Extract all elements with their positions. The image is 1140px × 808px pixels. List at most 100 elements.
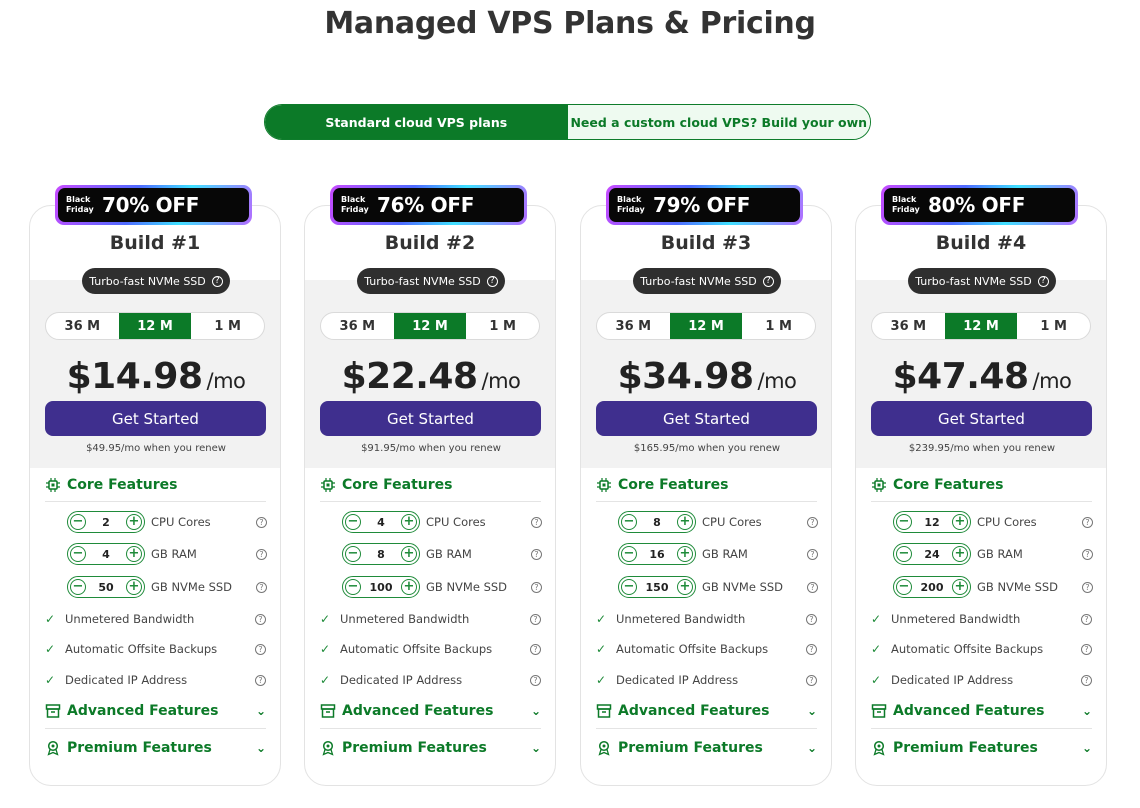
archive-icon bbox=[45, 704, 61, 718]
help-icon[interactable]: ? bbox=[256, 516, 267, 528]
help-icon[interactable]: ? bbox=[530, 613, 541, 625]
black-friday-badge: Black Friday 76% OFF bbox=[330, 185, 527, 225]
help-icon[interactable]: ? bbox=[807, 516, 818, 528]
ram-increment-button[interactable]: + bbox=[126, 546, 142, 562]
ssd-decrement-button[interactable]: − bbox=[621, 579, 637, 595]
core-features-header[interactable]: Core Features bbox=[45, 474, 266, 496]
term-36m[interactable]: 36 M bbox=[597, 313, 670, 339]
badge-line1: Black bbox=[341, 195, 366, 204]
premium-features-header[interactable]: Premium Features ⌄ bbox=[871, 737, 1092, 759]
custom-build-toggle[interactable]: Need a custom cloud VPS? Build your own bbox=[567, 105, 870, 139]
term-1m[interactable]: 1 M bbox=[742, 313, 815, 339]
help-icon[interactable]: ? bbox=[530, 674, 541, 686]
get-started-button[interactable]: Get Started bbox=[871, 401, 1092, 436]
storage-pill[interactable]: Turbo-fast NVMe SSD ? bbox=[82, 268, 230, 294]
cpu-increment-button[interactable]: + bbox=[677, 514, 693, 530]
help-icon[interactable]: ? bbox=[1082, 581, 1093, 593]
ssd-decrement-button[interactable]: − bbox=[70, 579, 86, 595]
help-icon[interactable]: ? bbox=[255, 643, 266, 655]
ram-stepper-row: − 8 + GB RAM ? bbox=[342, 542, 542, 566]
help-icon[interactable]: ? bbox=[1081, 643, 1092, 655]
ram-increment-button[interactable]: + bbox=[952, 546, 968, 562]
cpu-increment-button[interactable]: + bbox=[126, 514, 142, 530]
help-icon[interactable]: ? bbox=[1082, 548, 1093, 560]
ram-decrement-button[interactable]: − bbox=[621, 546, 637, 562]
cpu-decrement-button[interactable]: − bbox=[621, 514, 637, 530]
advanced-features-header[interactable]: Advanced Features ⌄ bbox=[45, 700, 266, 722]
help-icon[interactable]: ? bbox=[806, 613, 817, 625]
award-icon bbox=[598, 740, 610, 756]
term-12m[interactable]: 12 M bbox=[118, 313, 192, 339]
ssd-decrement-button[interactable]: − bbox=[345, 579, 361, 595]
archive-icon bbox=[596, 704, 612, 718]
backups-label: Automatic Offsite Backups bbox=[616, 642, 769, 656]
term-36m[interactable]: 36 M bbox=[46, 313, 119, 339]
ram-decrement-button[interactable]: − bbox=[896, 546, 912, 562]
core-features-header[interactable]: Core Features bbox=[320, 474, 541, 496]
cpu-decrement-button[interactable]: − bbox=[896, 514, 912, 530]
cpu-increment-button[interactable]: + bbox=[401, 514, 417, 530]
cpu-increment-button[interactable]: + bbox=[952, 514, 968, 530]
ssd-increment-button[interactable]: + bbox=[677, 579, 693, 595]
ssd-increment-button[interactable]: + bbox=[952, 579, 968, 595]
help-icon[interactable]: ? bbox=[255, 613, 266, 625]
ram-decrement-button[interactable]: − bbox=[70, 546, 86, 562]
core-features-header[interactable]: Core Features bbox=[596, 474, 817, 496]
help-icon[interactable]: ? bbox=[531, 548, 542, 560]
standard-plans-toggle[interactable]: Standard cloud VPS plans bbox=[265, 105, 568, 139]
ssd-increment-button[interactable]: + bbox=[401, 579, 417, 595]
help-icon[interactable]: ? bbox=[806, 643, 817, 655]
cpu-label: CPU Cores bbox=[426, 515, 486, 529]
ram-increment-button[interactable]: + bbox=[677, 546, 693, 562]
get-started-button[interactable]: Get Started bbox=[596, 401, 817, 436]
check-icon: ✓ bbox=[871, 673, 882, 687]
help-icon[interactable]: ? bbox=[1082, 516, 1093, 528]
badge-line2: Friday bbox=[617, 205, 645, 214]
storage-pill[interactable]: Turbo-fast NVMe SSD ? bbox=[908, 268, 1056, 294]
term-1m[interactable]: 1 M bbox=[466, 313, 539, 339]
help-icon[interactable]: ? bbox=[1081, 674, 1092, 686]
help-icon[interactable]: ? bbox=[807, 548, 818, 560]
bandwidth-label: Unmetered Bandwidth bbox=[65, 612, 195, 626]
term-12m[interactable]: 12 M bbox=[669, 313, 743, 339]
help-icon[interactable]: ? bbox=[255, 674, 266, 686]
advanced-features-header[interactable]: Advanced Features ⌄ bbox=[320, 700, 541, 722]
ram-increment-button[interactable]: + bbox=[401, 546, 417, 562]
ip-label: Dedicated IP Address bbox=[65, 673, 188, 687]
storage-pill[interactable]: Turbo-fast NVMe SSD ? bbox=[633, 268, 781, 294]
help-icon[interactable]: ? bbox=[807, 581, 818, 593]
storage-pill-label: Turbo-fast NVMe SSD bbox=[89, 274, 206, 288]
term-1m[interactable]: 1 M bbox=[191, 313, 264, 339]
term-36m[interactable]: 36 M bbox=[872, 313, 945, 339]
help-icon[interactable]: ? bbox=[806, 674, 817, 686]
help-icon[interactable]: ? bbox=[530, 643, 541, 655]
advanced-features-header[interactable]: Advanced Features ⌄ bbox=[871, 700, 1092, 722]
black-friday-badge: Black Friday 70% OFF bbox=[55, 185, 252, 225]
ssd-decrement-button[interactable]: − bbox=[896, 579, 912, 595]
get-started-button[interactable]: Get Started bbox=[45, 401, 266, 436]
term-12m[interactable]: 12 M bbox=[393, 313, 467, 339]
advanced-features-header[interactable]: Advanced Features ⌄ bbox=[596, 700, 817, 722]
premium-features-header[interactable]: Premium Features ⌄ bbox=[45, 737, 266, 759]
help-icon[interactable]: ? bbox=[531, 581, 542, 593]
premium-features-header[interactable]: Premium Features ⌄ bbox=[596, 737, 817, 759]
ram-decrement-button[interactable]: − bbox=[345, 546, 361, 562]
plan-type-toggle: Standard cloud VPS plans Need a custom c… bbox=[264, 104, 871, 140]
help-icon[interactable]: ? bbox=[256, 548, 267, 560]
core-features-header[interactable]: Core Features bbox=[871, 474, 1092, 496]
cpu-decrement-button[interactable]: − bbox=[345, 514, 361, 530]
help-icon[interactable]: ? bbox=[1081, 613, 1092, 625]
term-36m[interactable]: 36 M bbox=[321, 313, 394, 339]
help-icon[interactable]: ? bbox=[531, 516, 542, 528]
discount-label: 80% OFF bbox=[928, 193, 1026, 217]
ssd-stepper-row: − 200 + GB NVMe SSD ? bbox=[893, 575, 1093, 599]
get-started-button[interactable]: Get Started bbox=[320, 401, 541, 436]
ssd-increment-button[interactable]: + bbox=[126, 579, 142, 595]
help-icon[interactable]: ? bbox=[256, 581, 267, 593]
term-1m[interactable]: 1 M bbox=[1017, 313, 1090, 339]
cpu-decrement-button[interactable]: − bbox=[70, 514, 86, 530]
premium-features-header[interactable]: Premium Features ⌄ bbox=[320, 737, 541, 759]
term-12m[interactable]: 12 M bbox=[944, 313, 1018, 339]
black-friday-badge: Black Friday 79% OFF bbox=[606, 185, 803, 225]
storage-pill[interactable]: Turbo-fast NVMe SSD ? bbox=[357, 268, 505, 294]
